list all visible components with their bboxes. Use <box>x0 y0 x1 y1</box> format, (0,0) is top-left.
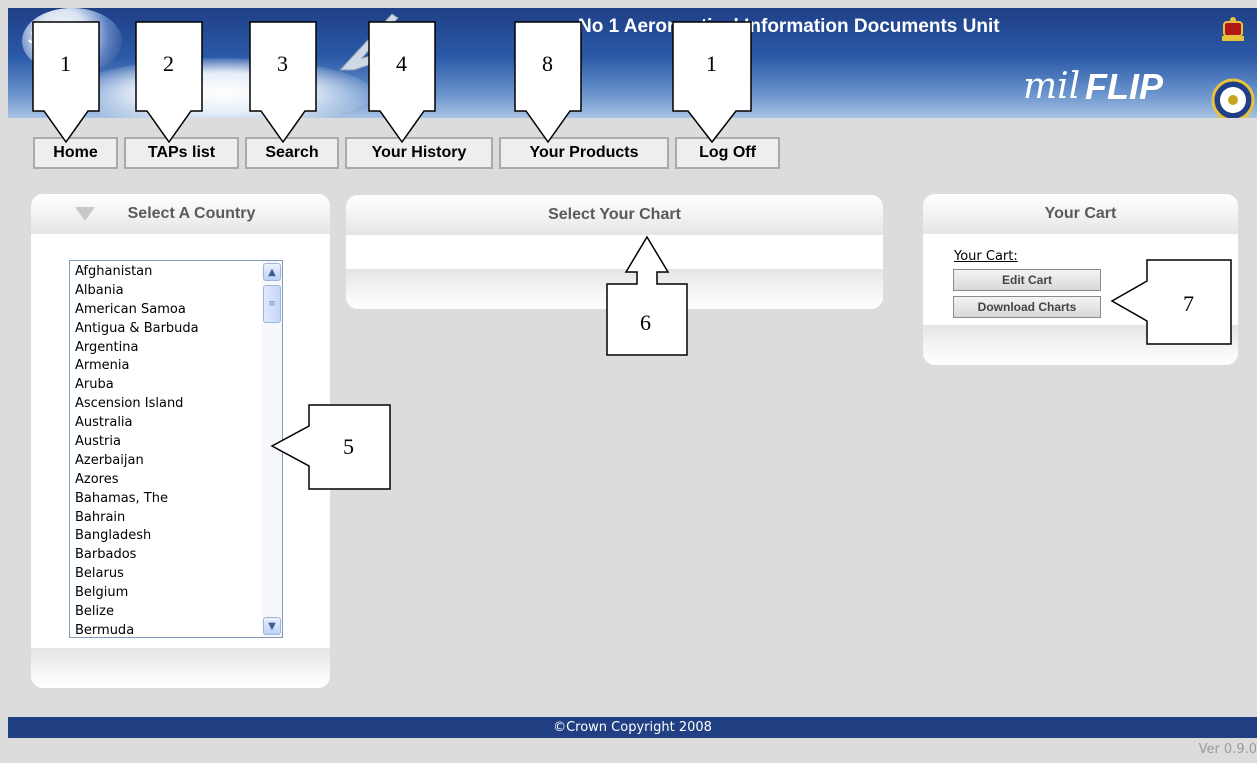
version-text: Ver 0.9.0 <box>1198 742 1257 757</box>
cart-panel-title: Your Cart <box>1044 205 1117 222</box>
cloud-graphic <box>72 58 372 118</box>
callout-down-arrow: 1 <box>32 21 100 144</box>
callout-down-arrow: 8 <box>514 21 582 144</box>
brand-name: FLIP <box>1085 66 1163 107</box>
callout-number: 3 <box>277 51 288 76</box>
country-option[interactable]: Bangladesh <box>75 527 255 546</box>
brand-prefix: mil <box>1023 66 1081 107</box>
country-options[interactable]: Afghanistan Albania American Samoa Antigua … <box>75 263 255 641</box>
callout-number: 2 <box>163 51 174 76</box>
cart-label: Your Cart: <box>954 249 1018 264</box>
country-option[interactable]: Barbados <box>75 546 255 565</box>
footer-bar: ©Crown Copyright 2008 <box>8 717 1257 738</box>
country-option[interactable]: Azerbaijan <box>75 452 255 471</box>
country-panel-footer <box>31 648 330 688</box>
country-option[interactable]: Belgium <box>75 584 255 603</box>
country-option[interactable]: Ascension Island <box>75 395 255 414</box>
copyright-text: ©Crown Copyright 2008 <box>553 720 712 735</box>
chart-panel-header: Select Your Chart <box>346 195 883 235</box>
chevron-down-icon[interactable]: ▼ <box>263 617 281 635</box>
scrollbar-thumb[interactable]: ≡ <box>263 285 281 323</box>
page-title: No 1 Aeronautical Information Documents … <box>578 16 1000 37</box>
country-option[interactable]: Australia <box>75 414 255 433</box>
country-option[interactable]: Afghanistan <box>75 263 255 282</box>
callout-number: 4 <box>396 51 407 76</box>
country-option[interactable]: Argentina <box>75 339 255 358</box>
callout-down-arrow: 1 <box>672 21 752 144</box>
callout-left-arrow: 5 <box>270 404 391 490</box>
country-option[interactable]: Armenia <box>75 357 255 376</box>
country-option[interactable]: American Samoa <box>75 301 255 320</box>
edit-cart-button[interactable]: Edit Cart <box>953 269 1101 291</box>
country-option[interactable]: Antigua & Barbuda <box>75 320 255 339</box>
country-panel-header: Select A Country <box>31 194 330 234</box>
crest-icon <box>1211 17 1255 118</box>
country-option[interactable]: Aruba <box>75 376 255 395</box>
cart-panel-header: Your Cart <box>923 194 1238 234</box>
callout-up-arrow: 6 <box>606 235 688 356</box>
callout-number: 1 <box>60 51 71 76</box>
country-option[interactable]: Albania <box>75 282 255 301</box>
callout-number: 1 <box>706 51 717 76</box>
country-option[interactable]: Azores <box>75 471 255 490</box>
country-select-list[interactable]: Afghanistan Albania American Samoa Antigua … <box>69 260 283 638</box>
callout-number: 8 <box>542 51 553 76</box>
country-option[interactable]: Bermuda <box>75 622 255 641</box>
callout-number: 5 <box>343 434 354 459</box>
country-option[interactable]: Austria <box>75 433 255 452</box>
chevron-up-icon[interactable]: ▲ <box>263 263 281 281</box>
country-panel-title: Select A Country <box>127 205 256 222</box>
callout-down-arrow: 3 <box>249 21 317 144</box>
country-option[interactable]: Bahamas, The <box>75 490 255 509</box>
country-option[interactable]: Bahrain <box>75 509 255 528</box>
chart-panel-title: Select Your Chart <box>548 206 681 223</box>
callout-number: 7 <box>1183 291 1194 316</box>
callout-number: 6 <box>640 310 651 335</box>
country-option[interactable]: Belize <box>75 603 255 622</box>
callout-down-arrow: 2 <box>135 21 203 144</box>
triangle-down-icon[interactable] <box>74 206 96 222</box>
callout-left-arrow: 7 <box>1110 259 1232 345</box>
callout-down-arrow: 4 <box>368 21 436 144</box>
country-option[interactable]: Belarus <box>75 565 255 584</box>
download-charts-button[interactable]: Download Charts <box>953 296 1101 318</box>
